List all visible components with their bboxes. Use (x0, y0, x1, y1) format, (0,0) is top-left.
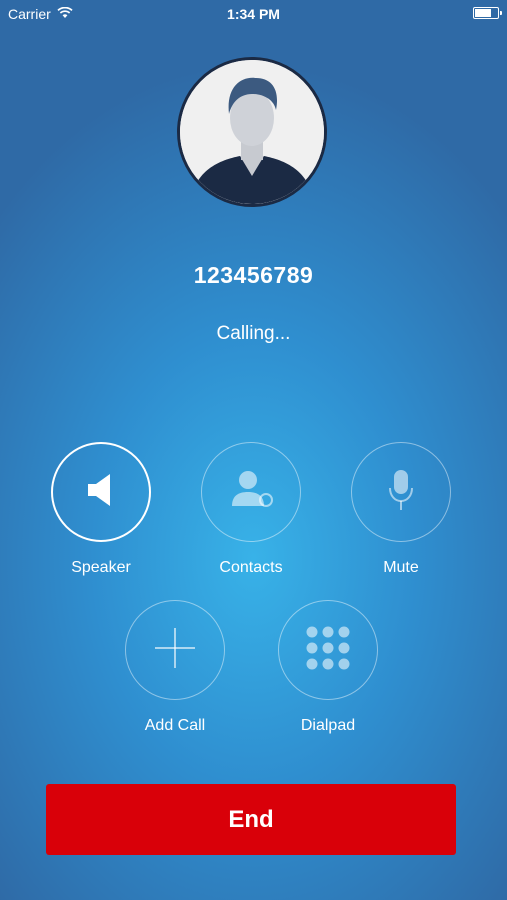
mute-button[interactable] (351, 442, 451, 542)
microphone-icon (386, 468, 416, 517)
clock: 1:34 PM (227, 6, 280, 22)
contacts-control[interactable]: Contacts (176, 442, 326, 577)
dialpad-button[interactable] (278, 600, 378, 700)
status-bar: Carrier 1:34 PM (0, 0, 507, 28)
caller-number: 123456789 (193, 262, 314, 288)
add-call-button[interactable] (125, 600, 225, 700)
contacts-icon (228, 470, 274, 515)
contact-avatar (177, 57, 327, 207)
contacts-button[interactable] (201, 442, 301, 542)
speaker-button[interactable] (51, 442, 151, 542)
dialpad-control[interactable]: Dialpad (253, 600, 403, 735)
battery-level (475, 9, 491, 17)
add-call-control[interactable]: Add Call (100, 600, 250, 735)
battery-icon (473, 7, 502, 19)
contacts-label: Contacts (219, 559, 283, 576)
add-call-label: Add Call (144, 717, 206, 734)
dialpad-label: Dialpad (300, 717, 356, 734)
call-status: Calling... (216, 323, 291, 344)
speaker-label: Speaker (71, 559, 131, 576)
speaker-icon (86, 472, 116, 513)
mute-label: Mute (383, 559, 419, 576)
plus-icon (153, 626, 197, 675)
mute-control[interactable]: Mute (326, 442, 476, 577)
end-call-button[interactable]: End (46, 784, 456, 855)
speaker-control[interactable]: Speaker (26, 442, 176, 577)
dialpad-icon (304, 624, 352, 677)
